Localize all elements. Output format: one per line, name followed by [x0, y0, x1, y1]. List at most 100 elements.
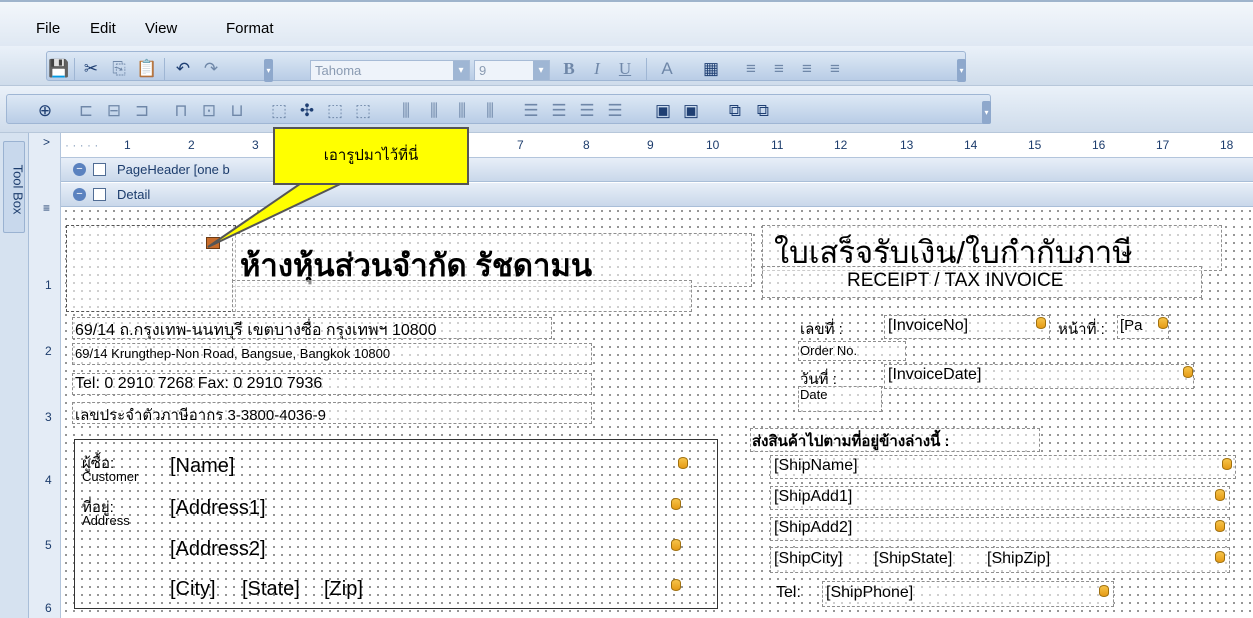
- customer-state-field[interactable]: [State]: [242, 578, 300, 601]
- redo-icon[interactable]: ↷: [200, 58, 222, 80]
- toolbar-overflow-chevron[interactable]: ▾: [264, 59, 273, 82]
- customer-zip-field[interactable]: [Zip]: [324, 578, 363, 601]
- align-justify-icon[interactable]: ≡: [824, 58, 846, 80]
- send-to-back-icon[interactable]: ⧉: [752, 100, 774, 122]
- menu-format[interactable]: Format: [226, 20, 274, 37]
- h-spacing-equal-icon[interactable]: ⫼: [395, 100, 417, 122]
- customer-address2-field[interactable]: [Address2]: [170, 538, 266, 561]
- ship-state-field[interactable]: [ShipState]: [874, 550, 952, 568]
- order-no-label[interactable]: Order No.: [800, 343, 857, 358]
- address-label-english[interactable]: Address: [82, 513, 130, 528]
- toolbar-overflow-chevron[interactable]: ▾: [957, 59, 966, 82]
- align-centers-icon[interactable]: ⊟: [103, 100, 125, 122]
- receipt-title-english[interactable]: RECEIPT / TAX INVOICE: [847, 270, 1063, 292]
- align-right-icon[interactable]: ≡: [796, 58, 818, 80]
- ruler-mark: 2: [45, 344, 52, 358]
- ruler-mark: 14: [964, 138, 978, 152]
- align-tops-icon[interactable]: ⊓: [170, 100, 192, 122]
- highlight-color-icon[interactable]: ▦: [700, 58, 722, 80]
- address-thai[interactable]: 69/14 ถ.กรุงเทพ-นนทบุรี เขตบางซื่อ กรุงเ…: [75, 318, 436, 343]
- ruler-mark: 13: [900, 138, 914, 152]
- center-horizontally-icon[interactable]: ▣: [652, 100, 674, 122]
- align-middles-icon[interactable]: ⊡: [198, 100, 220, 122]
- menu-edit[interactable]: Edit: [90, 20, 116, 37]
- ship-address2-field[interactable]: [ShipAdd2]: [774, 519, 852, 537]
- center-vertically-icon[interactable]: ▣: [680, 100, 702, 122]
- invoice-no-label[interactable]: เลขที่ :: [800, 317, 843, 341]
- undo-icon[interactable]: ↶: [172, 58, 194, 80]
- ship-address1-field[interactable]: [ShipAdd1]: [774, 488, 852, 506]
- ruler-mark: 16: [1092, 138, 1106, 152]
- page-field[interactable]: [Pa: [1120, 317, 1143, 334]
- cut-icon[interactable]: ✂: [80, 58, 102, 80]
- v-spacing-decrease-icon[interactable]: ☰: [576, 100, 598, 122]
- align-bottoms-icon[interactable]: ⊔: [226, 100, 248, 122]
- same-width-icon[interactable]: ⬚: [268, 100, 290, 122]
- align-left-icon[interactable]: ≡: [740, 58, 762, 80]
- ship-header[interactable]: ส่งสินค้าไปตามที่อยู่ข้างล่างนี้ :: [752, 429, 950, 453]
- phone-fax[interactable]: Tel: 0 2910 7268 Fax: 0 2910 7936: [75, 375, 322, 393]
- v-spacing-remove-icon[interactable]: ☰: [604, 100, 626, 122]
- ruler-mark: 7: [517, 138, 524, 152]
- invoice-no-field[interactable]: [InvoiceNo]: [888, 317, 968, 335]
- h-spacing-increase-icon[interactable]: ⫼: [423, 100, 445, 122]
- font-size-combo[interactable]: 9 ▾: [474, 60, 550, 81]
- ship-city-field[interactable]: [ShipCity]: [774, 550, 842, 568]
- copy-icon[interactable]: ⎘: [108, 58, 130, 80]
- chevron-down-icon[interactable]: ▾: [533, 61, 549, 80]
- company-subline-box[interactable]: [232, 280, 692, 312]
- align-rights-icon[interactable]: ⊐: [131, 100, 153, 122]
- database-field-icon: [678, 457, 688, 469]
- database-field-icon: [1183, 366, 1193, 378]
- ruler-mark: 10: [706, 138, 720, 152]
- band-icon: [93, 188, 106, 201]
- paste-icon[interactable]: 📋: [136, 58, 158, 80]
- font-family-combo[interactable]: Tahoma ▾: [310, 60, 470, 81]
- v-spacing-increase-icon[interactable]: ☰: [548, 100, 570, 122]
- expand-icon[interactable]: ≡: [43, 201, 50, 215]
- chevron-down-icon[interactable]: ▾: [453, 61, 469, 80]
- ship-name-field[interactable]: [ShipName]: [774, 457, 858, 475]
- address-english[interactable]: 69/14 Krungthep-Non Road, Bangsue, Bangk…: [75, 346, 390, 361]
- bold-button[interactable]: B: [558, 58, 580, 80]
- customer-name-field[interactable]: [Name]: [170, 455, 234, 478]
- collapse-icon[interactable]: >: [43, 135, 50, 149]
- customer-city-field[interactable]: [City]: [170, 578, 216, 601]
- align-to-grid-icon[interactable]: ⊕: [34, 100, 56, 122]
- date-english-label[interactable]: Date: [800, 387, 827, 402]
- align-center-icon[interactable]: ≡: [768, 58, 790, 80]
- toolbar-overflow-chevron[interactable]: ▾: [982, 101, 991, 124]
- report-design-surface[interactable]: ห้างหุ้นส่วนจำกัด รัชดามน ใบเสร็จรับเงิน…: [62, 207, 1253, 618]
- italic-button[interactable]: I: [586, 58, 608, 80]
- database-field-icon: [671, 498, 681, 510]
- underline-button[interactable]: U: [614, 58, 636, 80]
- customer-label-english[interactable]: Customer: [82, 469, 138, 484]
- same-height-icon[interactable]: ⬚: [324, 100, 346, 122]
- ship-zip-field[interactable]: [ShipZip]: [987, 550, 1050, 568]
- align-lefts-icon[interactable]: ⊏: [75, 100, 97, 122]
- center-icon[interactable]: ✣: [296, 100, 318, 122]
- ruler-mark: 17: [1156, 138, 1170, 152]
- toolbox-strip: Tool Box: [0, 133, 29, 618]
- menu-file[interactable]: File: [36, 20, 60, 37]
- v-spacing-equal-icon[interactable]: ☰: [520, 100, 542, 122]
- save-icon[interactable]: 💾: [48, 58, 70, 80]
- same-size-icon[interactable]: ⬚: [352, 100, 374, 122]
- page-label[interactable]: หน้าที่ :: [1058, 317, 1105, 341]
- menu-view[interactable]: View: [145, 20, 177, 37]
- ruler-mark: 5: [45, 538, 52, 552]
- invoice-date-field[interactable]: [InvoiceDate]: [888, 366, 981, 384]
- ship-phone-field[interactable]: [ShipPhone]: [826, 584, 913, 602]
- font-color-icon[interactable]: A: [656, 58, 678, 80]
- customer-address1-field[interactable]: [Address1]: [170, 497, 266, 520]
- h-spacing-remove-icon[interactable]: ⫼: [479, 100, 501, 122]
- toolbox-tab[interactable]: Tool Box: [3, 141, 26, 233]
- collapse-icon[interactable]: −: [73, 188, 86, 201]
- ship-tel-label[interactable]: Tel:: [776, 584, 801, 602]
- bring-to-front-icon[interactable]: ⧉: [724, 100, 746, 122]
- tax-id[interactable]: เลขประจำตัวภาษีอากร 3-3800-4036-9: [75, 403, 326, 427]
- h-spacing-decrease-icon[interactable]: ⫼: [451, 100, 473, 122]
- database-field-icon: [1099, 585, 1109, 597]
- collapse-icon[interactable]: −: [73, 163, 86, 176]
- database-field-icon: [1222, 458, 1232, 470]
